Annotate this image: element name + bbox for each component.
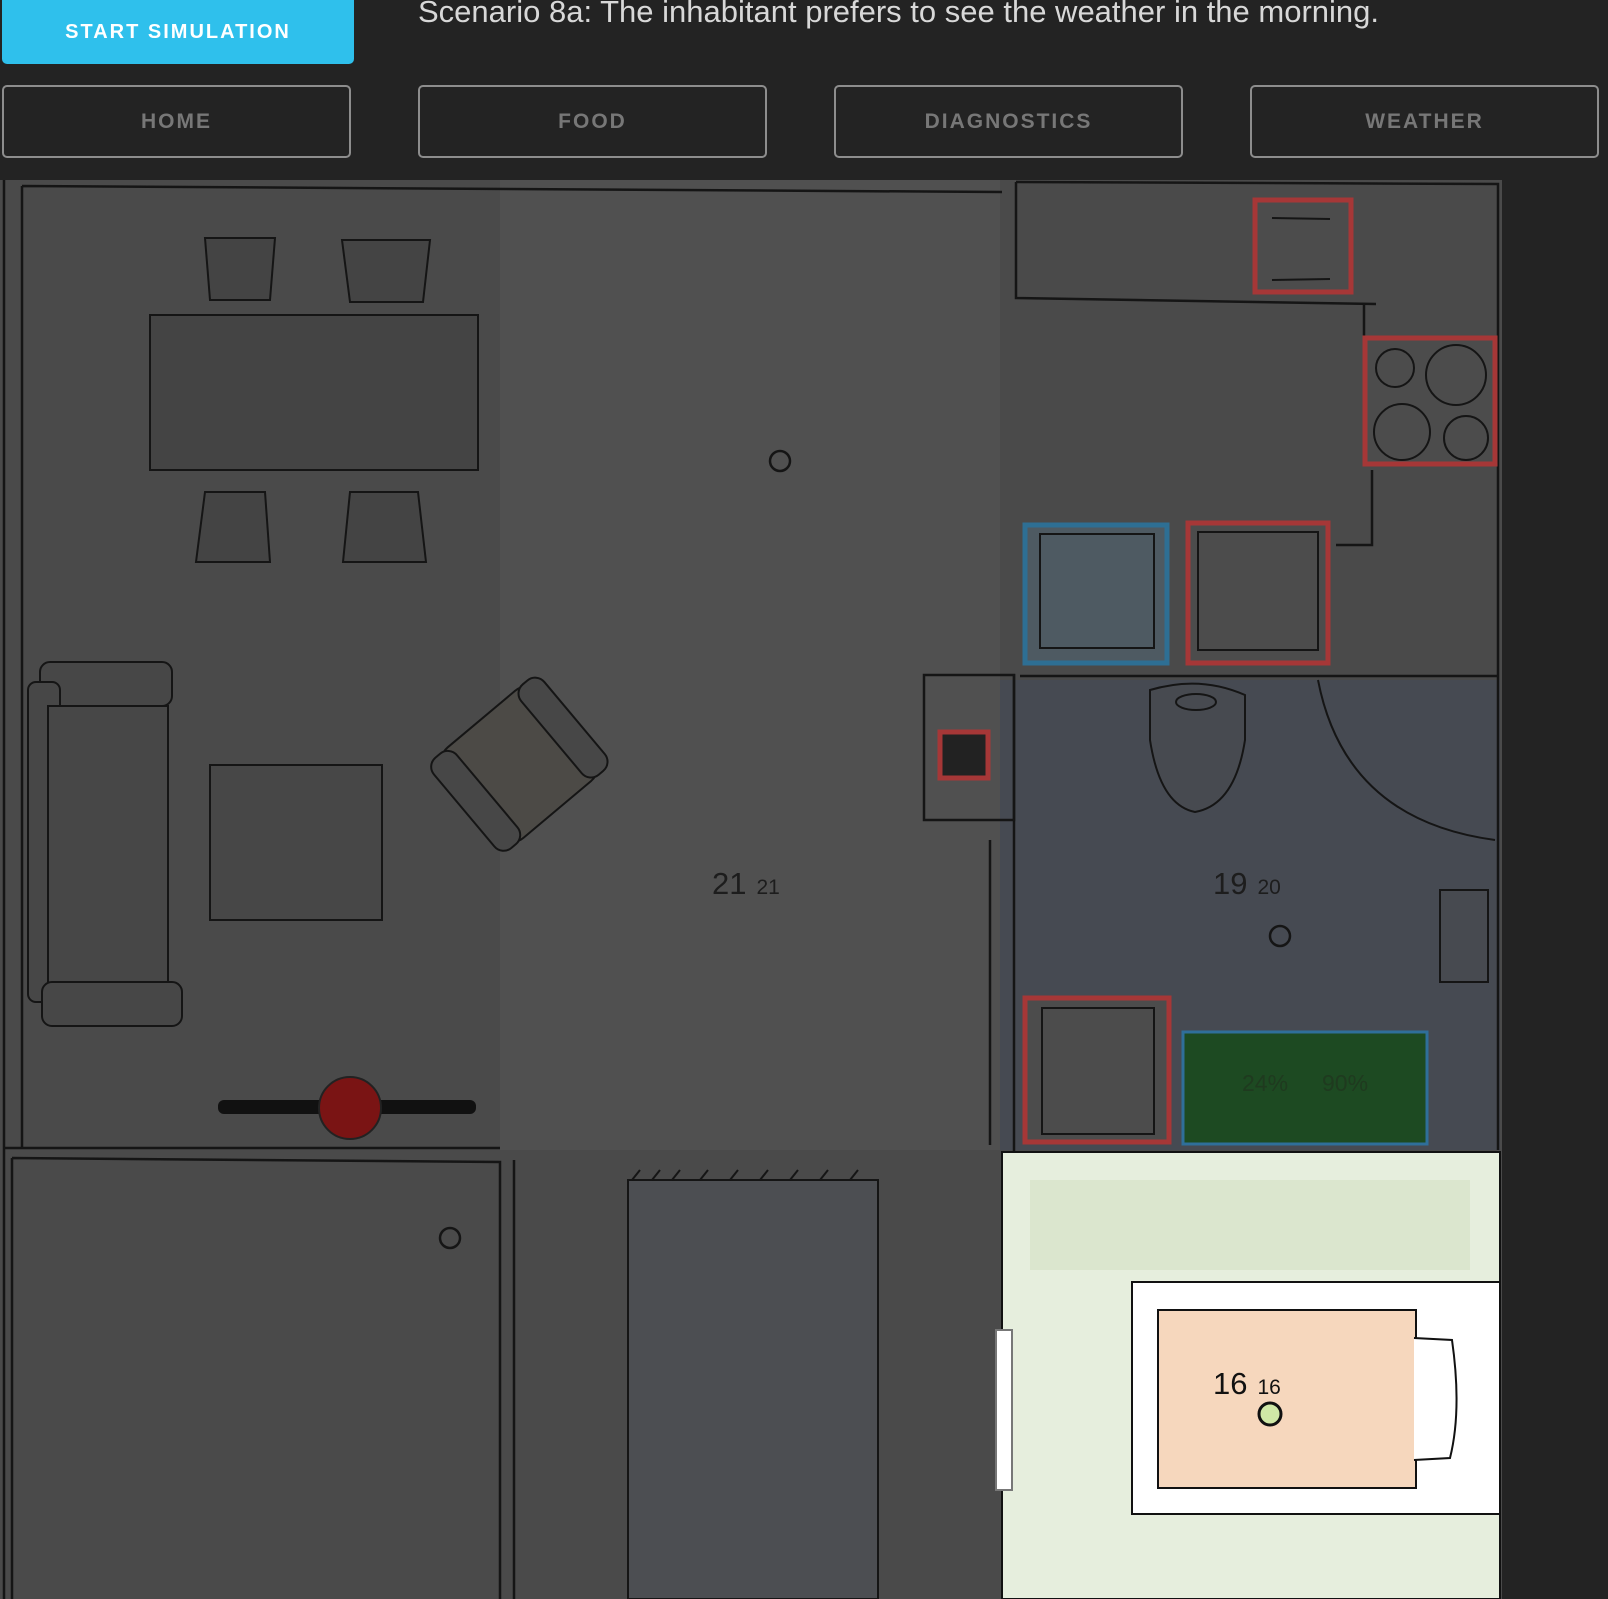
chair [340, 239, 432, 303]
thermostat-knob [318, 1076, 382, 1140]
sensor-icon [1257, 1401, 1283, 1427]
target-temp: 20 [1257, 876, 1281, 899]
chair [194, 491, 272, 563]
sofa-front [41, 981, 183, 1027]
chair [203, 237, 277, 301]
nightstand [1413, 1337, 1458, 1461]
hallway-rug [627, 1179, 879, 1599]
bedroom-temperature: 16 16 [1213, 1366, 1281, 1402]
living-room-temperature: 21 21 [712, 866, 780, 902]
floor-plan: 21 21 19 20 16 16 24% 90% [0, 180, 1502, 1599]
bed [1157, 1309, 1417, 1489]
appliance-1 [1252, 197, 1354, 295]
chair [341, 491, 428, 563]
current-temp: 21 [712, 866, 747, 901]
appliance-3 [937, 729, 991, 781]
sink [1439, 889, 1489, 983]
current-temp: 16 [1213, 1366, 1248, 1401]
dining-table [149, 314, 479, 471]
appliance-2 [1185, 520, 1331, 666]
current-temp: 19 [1213, 866, 1248, 901]
start-simulation-button[interactable]: START SIMULATION [2, 0, 354, 64]
nav-diagnostics-button[interactable]: DIAGNOSTICS [834, 85, 1183, 158]
washing-machine [1022, 995, 1172, 1145]
moisture-reading: 24% [1242, 1070, 1289, 1096]
scenario-description: Scenario 8a: The inhabitant prefers to s… [418, 0, 1380, 29]
nav-weather-button[interactable]: WEATHER [1250, 85, 1599, 158]
nav-food-button[interactable]: FOOD [418, 85, 767, 158]
plant-tray [1181, 1030, 1429, 1146]
stove [1362, 335, 1498, 467]
moisture-reading: 90% [1322, 1070, 1369, 1096]
coffee-table [209, 764, 383, 921]
fridge [1022, 522, 1170, 666]
target-temp: 21 [756, 876, 780, 899]
nav-home-button[interactable]: HOME [2, 85, 351, 158]
target-temp: 16 [1257, 1376, 1281, 1399]
sofa-seat [47, 705, 169, 997]
bedroom-door [995, 1329, 1013, 1491]
bathroom-temperature: 19 20 [1213, 866, 1281, 902]
